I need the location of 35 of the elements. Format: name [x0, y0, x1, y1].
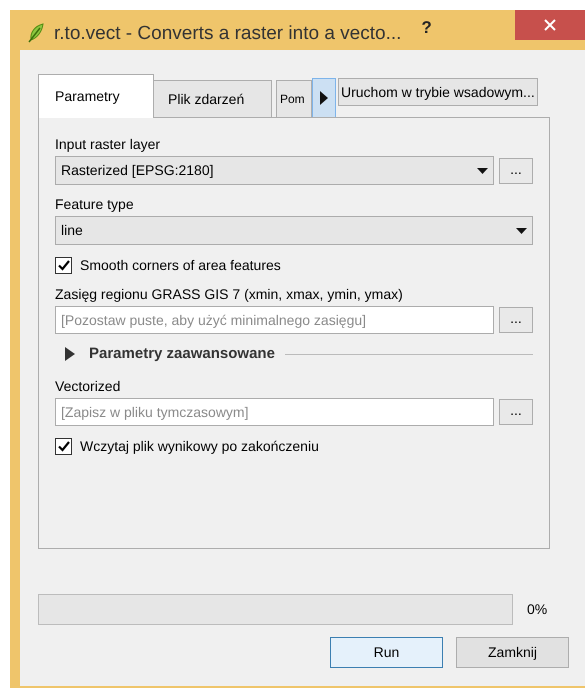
- dropdown[interactable]: line: [55, 216, 533, 245]
- right-arrow-icon: [320, 91, 328, 105]
- dropdown-arrow-icon: [477, 168, 488, 174]
- checkbox[interactable]: [55, 438, 72, 454]
- tab[interactable]: Plik zdarzeń: [154, 80, 272, 118]
- browse-button[interactable]: ...: [499, 158, 533, 184]
- collapsed-arrow-icon[interactable]: [64, 347, 76, 361]
- leaf-icon: [27, 23, 45, 43]
- section-header[interactable]: Parametry zaawansowane: [89, 342, 275, 366]
- checkbox-label: Wczytaj plik wynikowy po zakończeniu: [80, 436, 319, 456]
- close-button[interactable]: [515, 10, 585, 40]
- checkmark-icon: [58, 440, 70, 452]
- dialog-button[interactable]: Run: [330, 637, 443, 668]
- batch-button[interactable]: Uruchom w trybie wsadowym...: [338, 78, 538, 106]
- progress-percent: 0%: [527, 600, 548, 619]
- help-button[interactable]: ?: [421, 15, 432, 40]
- input-field[interactable]: [Zapisz w pliku tymczasowym]: [55, 398, 494, 426]
- field-label: Feature type: [55, 195, 134, 213]
- field-label: Input raster layer: [55, 135, 160, 153]
- input-field[interactable]: [Pozostaw puste, aby użyć minimalnego zasięgu]: [55, 306, 494, 334]
- checkbox-label: Smooth corners of area features: [80, 256, 281, 274]
- field-label: Vectorized: [55, 377, 120, 395]
- tab[interactable]: Parametry: [38, 74, 154, 118]
- browse-button[interactable]: ...: [499, 399, 533, 425]
- browse-button[interactable]: ...: [499, 307, 533, 333]
- dropdown-arrow-icon: [516, 228, 527, 234]
- dialog-button[interactable]: Zamknij: [456, 637, 569, 668]
- checkmark-icon: [58, 260, 70, 270]
- dropdown[interactable]: Rasterized [EPSG:2180]: [55, 156, 494, 185]
- field-label: Zasięg regionu GRASS GIS 7 (xmin, xmax, ymin, ymax): [55, 285, 403, 303]
- tab-scroll-right-button[interactable]: [312, 78, 336, 118]
- window-title: r.to.vect - Converts a raster into a vecto...: [54, 22, 402, 46]
- tab[interactable]: Pom: [276, 80, 312, 118]
- checkbox[interactable]: [55, 256, 72, 274]
- close-icon: [544, 19, 556, 31]
